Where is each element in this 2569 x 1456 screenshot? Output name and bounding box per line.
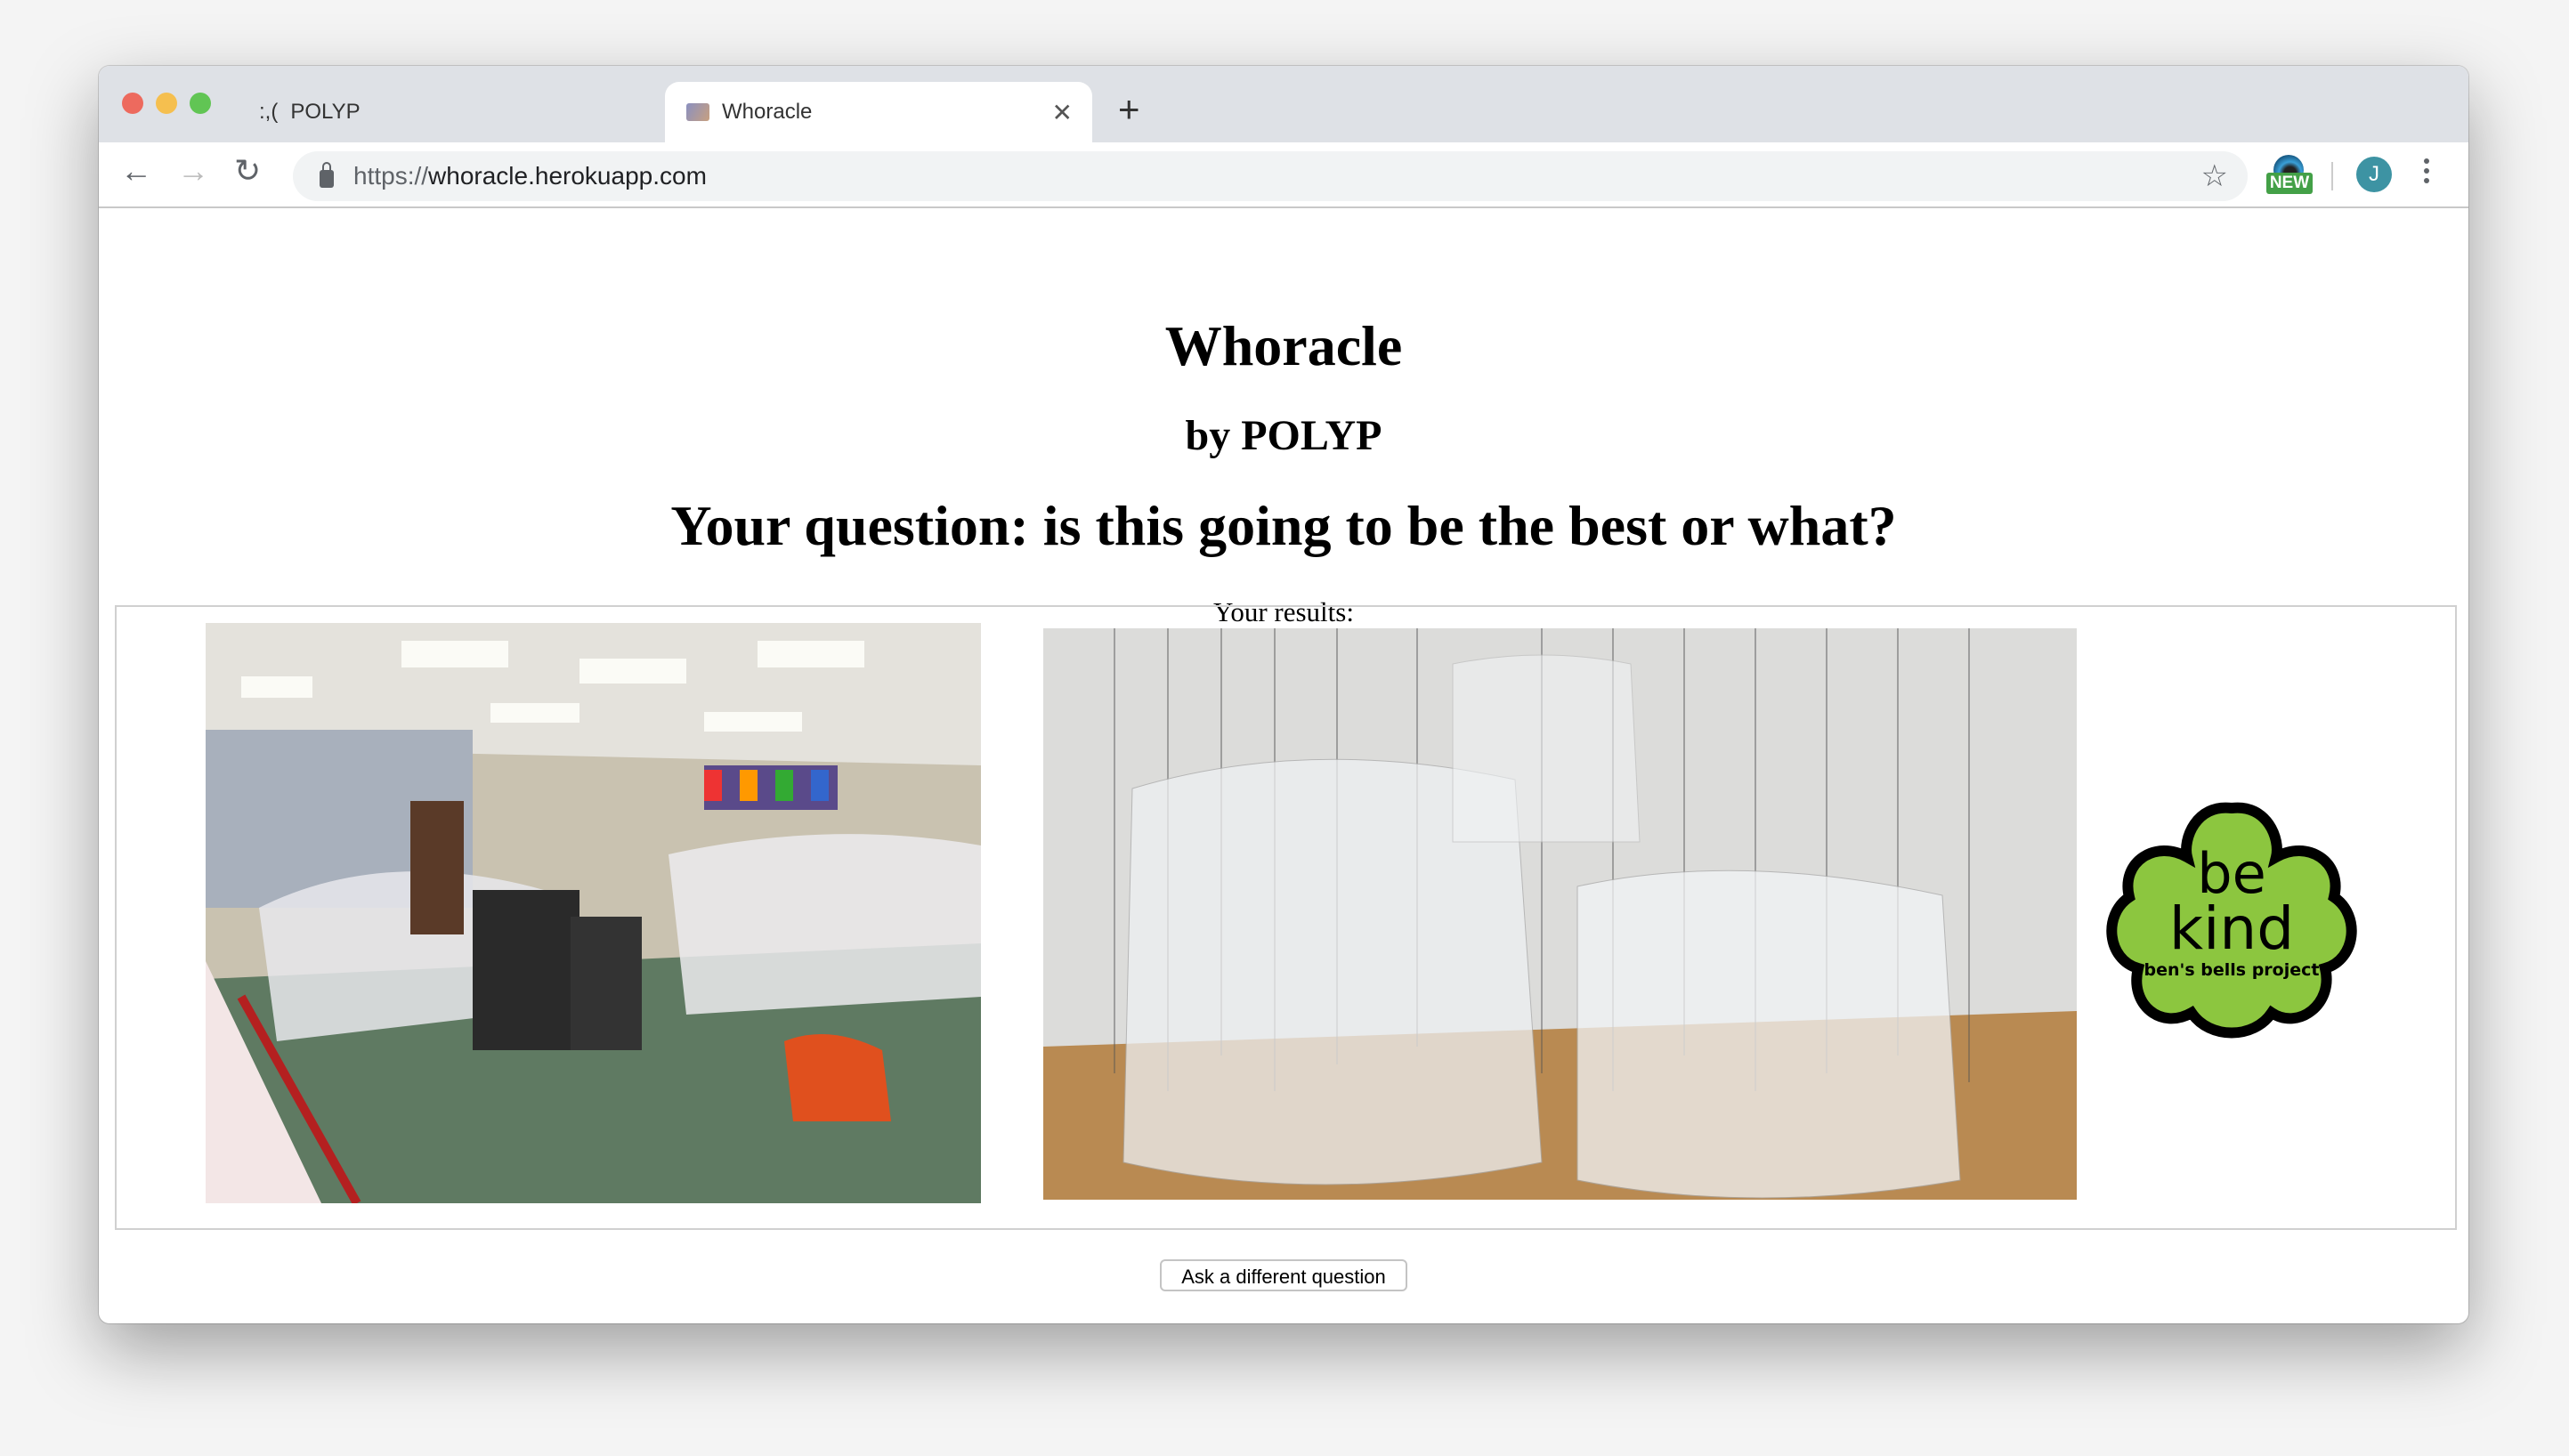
address-bar[interactable]: https://whoracle.herokuapp.com ☆ — [293, 151, 2248, 201]
url-host: whoracle.herokuapp.com — [428, 162, 707, 190]
question-heading: Your question: is this going to be the b… — [670, 494, 1897, 557]
be-kind-logo: be kind ben's bells project — [2098, 799, 2365, 1039]
result-image-sculptures — [1043, 628, 2077, 1200]
maximize-window-button[interactable] — [190, 93, 211, 114]
results-panel: be kind ben's bells project — [115, 605, 2457, 1230]
new-tab-button[interactable]: + — [1118, 91, 1140, 128]
whoracle-favicon-icon — [686, 103, 709, 121]
logo-text-kind: kind — [2169, 894, 2294, 963]
more-menu-icon[interactable] — [2424, 158, 2429, 188]
result-image-classroom — [206, 623, 981, 1203]
tab-bar: :,( POLYP ✕ Whoracle ✕ + — [99, 66, 2468, 142]
tab-title: POLYP — [290, 100, 361, 124]
lock-icon — [320, 162, 334, 188]
forward-icon[interactable]: → — [177, 155, 209, 187]
bookmark-star-icon[interactable]: ☆ — [2201, 158, 2228, 194]
logo-text-bens-bells: ben's bells project — [2144, 960, 2320, 980]
page-content: Whoracle by POLYP Your question: is this… — [99, 208, 2468, 1323]
close-window-button[interactable] — [122, 93, 143, 114]
extension-button[interactable]: NEW — [2266, 155, 2313, 196]
back-icon[interactable]: ← — [120, 155, 152, 187]
url-scheme: https:// — [353, 162, 429, 190]
minimize-window-button[interactable] — [156, 93, 177, 114]
page-title: Whoracle — [1164, 314, 1403, 377]
tab-whoracle[interactable]: Whoracle ✕ — [665, 82, 1092, 142]
ask-different-question-button[interactable]: Ask a different question — [1160, 1259, 1407, 1291]
reload-icon[interactable]: ↻ — [234, 155, 261, 187]
new-badge: NEW — [2266, 173, 2313, 194]
tab-title: Whoracle — [722, 100, 813, 124]
toolbar: ← → ↻ https://whoracle.herokuapp.com ☆ N… — [99, 142, 2468, 208]
byline: by POLYP — [1185, 412, 1382, 459]
toolbar-divider — [2331, 162, 2333, 190]
profile-avatar[interactable]: J — [2356, 157, 2392, 192]
browser-window: :,( POLYP ✕ Whoracle ✕ + ← → ↻ https://w… — [99, 66, 2468, 1323]
close-tab-icon[interactable]: ✕ — [1052, 98, 1073, 127]
tab-favicon: :,( — [259, 100, 279, 124]
